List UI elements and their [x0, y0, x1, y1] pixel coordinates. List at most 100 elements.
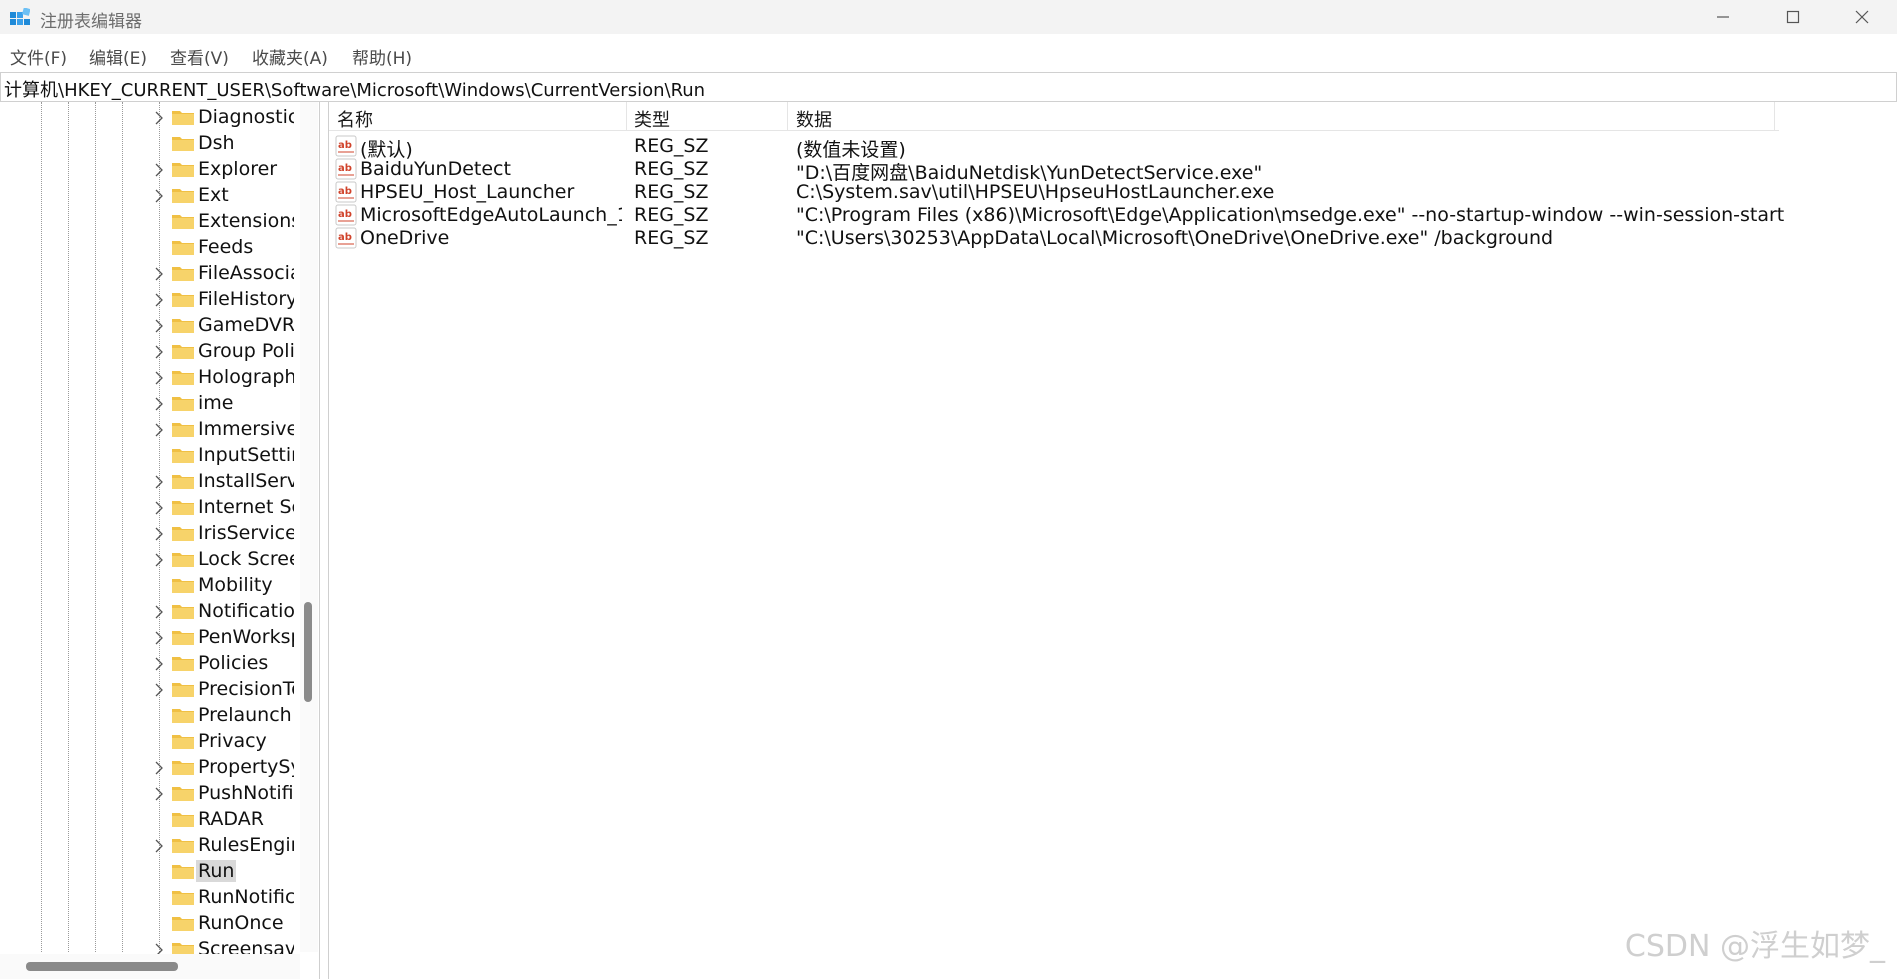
chevron-right-icon[interactable] — [154, 162, 164, 177]
tree-item-label: InputSettings — [198, 444, 294, 466]
tree-item-label: PenWorkspace — [198, 626, 294, 648]
tree-item[interactable]: PenWorkspace — [0, 624, 300, 650]
chevron-right-icon[interactable] — [154, 292, 164, 307]
chevron-right-icon[interactable] — [154, 526, 164, 541]
folder-icon — [171, 394, 195, 412]
tree-vertical-scroll-thumb[interactable] — [304, 602, 312, 702]
tree-item-label: PushNotifications — [198, 782, 294, 804]
tree-item[interactable]: Prelaunch — [0, 702, 300, 728]
tree-item[interactable]: PushNotifications — [0, 780, 300, 806]
tree-item-label: ime — [198, 392, 234, 414]
chevron-right-icon[interactable] — [154, 760, 164, 775]
folder-icon — [171, 550, 195, 568]
tree-item[interactable]: InstallService — [0, 468, 300, 494]
tree-item-label: Diagnostics — [198, 106, 294, 128]
folder-icon — [171, 680, 195, 698]
menu-edit[interactable]: 编辑(E) — [89, 44, 147, 69]
tree-item[interactable]: IrisService — [0, 520, 300, 546]
chevron-right-icon[interactable] — [154, 656, 164, 671]
column-divider[interactable] — [626, 102, 627, 130]
string-value-icon: ab — [335, 181, 357, 203]
folder-icon — [171, 446, 195, 464]
maximize-button[interactable] — [1758, 0, 1828, 34]
folder-icon — [171, 264, 195, 282]
chevron-right-icon[interactable] — [154, 474, 164, 489]
tree-item[interactable]: Group Policy — [0, 338, 300, 364]
tree-item[interactable]: Ext — [0, 182, 300, 208]
tree-item-label: GameDVR — [198, 314, 294, 336]
minimize-button[interactable] — [1688, 0, 1758, 34]
tree-item[interactable]: Extensions — [0, 208, 300, 234]
chevron-right-icon[interactable] — [154, 682, 164, 697]
maximize-icon — [1786, 10, 1800, 24]
tree-item[interactable]: Explorer — [0, 156, 300, 182]
menu-file[interactable]: 文件(F) — [10, 44, 67, 69]
column-header-type[interactable]: 类型 — [634, 106, 670, 132]
tree-item[interactable]: Holographic — [0, 364, 300, 390]
tree-item[interactable]: PrecisionTouchPad — [0, 676, 300, 702]
chevron-right-icon[interactable] — [154, 370, 164, 385]
tree-item[interactable]: Diagnostics — [0, 104, 300, 130]
tree-item-label: FileHistory — [198, 288, 294, 310]
folder-icon — [171, 784, 195, 802]
tree-item-label: RunNotification — [198, 886, 294, 908]
address-path[interactable]: 计算机\HKEY_CURRENT_USER\Software\Microsoft… — [4, 76, 705, 102]
list-header: 名称 类型 数据 — [329, 102, 1779, 131]
tree-item[interactable]: FileAssociations — [0, 260, 300, 286]
chevron-right-icon[interactable] — [154, 396, 164, 411]
tree-item-label: FileAssociations — [198, 262, 294, 284]
tree-item[interactable]: RunNotification — [0, 884, 300, 910]
tree-vertical-scrollbar[interactable] — [300, 102, 318, 952]
tree-item[interactable]: GameDVR — [0, 312, 300, 338]
tree-item-label: Holographic — [198, 366, 294, 388]
chevron-right-icon[interactable] — [154, 344, 164, 359]
column-header-data[interactable]: 数据 — [796, 106, 832, 132]
value-data: "C:\Users\30253\AppData\Local\Microsoft\… — [796, 227, 1554, 249]
tree-item[interactable]: Mobility — [0, 572, 300, 598]
tree-item[interactable]: InputSettings — [0, 442, 300, 468]
close-button[interactable] — [1827, 0, 1897, 34]
tree-item[interactable]: ime — [0, 390, 300, 416]
column-divider[interactable] — [787, 102, 788, 130]
chevron-right-icon[interactable] — [154, 318, 164, 333]
column-header-name[interactable]: 名称 — [337, 106, 373, 132]
tree-item[interactable]: Policies — [0, 650, 300, 676]
chevron-right-icon[interactable] — [154, 266, 164, 281]
tree-item[interactable]: RADAR — [0, 806, 300, 832]
tree-item[interactable]: Internet Settings — [0, 494, 300, 520]
chevron-right-icon[interactable] — [154, 422, 164, 437]
chevron-right-icon[interactable] — [154, 110, 164, 125]
tree-item[interactable]: Lock Screen — [0, 546, 300, 572]
chevron-right-icon[interactable] — [154, 552, 164, 567]
tree-item-label: RADAR — [198, 808, 264, 830]
tree-horizontal-scrollbar[interactable] — [0, 954, 300, 979]
tree-item[interactable]: Run — [0, 858, 300, 884]
menu-favorites[interactable]: 收藏夹(A) — [252, 44, 328, 69]
chevron-right-icon[interactable] — [154, 838, 164, 853]
value-data: "C:\Program Files (x86)\Microsoft\Edge\A… — [796, 204, 1785, 226]
tree-item[interactable]: Notifications — [0, 598, 300, 624]
tree-item[interactable]: Feeds — [0, 234, 300, 260]
chevron-right-icon[interactable] — [154, 500, 164, 515]
tree-item-label: Ext — [198, 184, 229, 206]
address-bar[interactable]: 计算机\HKEY_CURRENT_USER\Software\Microsoft… — [0, 72, 1897, 102]
close-icon — [1855, 10, 1869, 24]
value-row[interactable]: ab OneDrive REG_SZ "C:\Users\30253\AppData\… — [329, 224, 1889, 252]
tree-item[interactable]: Dsh — [0, 130, 300, 156]
folder-icon — [171, 342, 195, 360]
tree-horizontal-scroll-thumb[interactable] — [26, 962, 178, 971]
column-divider[interactable] — [1774, 102, 1775, 130]
chevron-right-icon[interactable] — [154, 630, 164, 645]
chevron-right-icon[interactable] — [154, 188, 164, 203]
tree-item[interactable]: ImmersiveShell — [0, 416, 300, 442]
tree-item-label: IrisService — [198, 522, 294, 544]
menu-view[interactable]: 查看(V) — [170, 44, 229, 69]
tree-item[interactable]: Privacy — [0, 728, 300, 754]
tree-item[interactable]: FileHistory — [0, 286, 300, 312]
chevron-right-icon[interactable] — [154, 604, 164, 619]
menu-help[interactable]: 帮助(H) — [352, 44, 412, 69]
tree-item[interactable]: RunOnce — [0, 910, 300, 936]
chevron-right-icon[interactable] — [154, 786, 164, 801]
tree-item[interactable]: RulesEngine — [0, 832, 300, 858]
tree-item[interactable]: PropertySystem — [0, 754, 300, 780]
